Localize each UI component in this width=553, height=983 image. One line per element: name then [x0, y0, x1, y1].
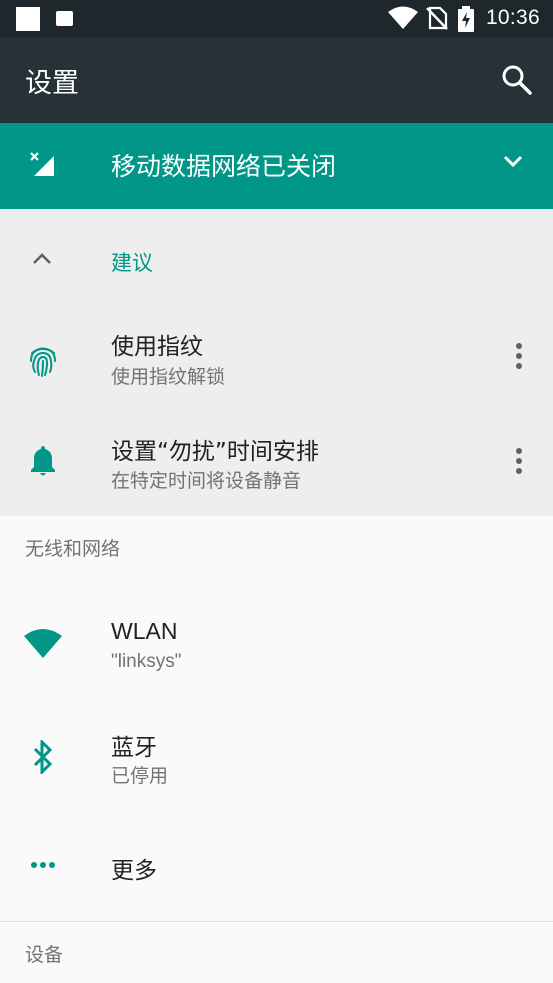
settings-item-title: 蓝牙 — [111, 735, 157, 761]
settings-item-title: 更多 — [111, 858, 157, 884]
mobile-data-off-banner[interactable]: 移动数据网络已关闭 — [0, 123, 553, 209]
page-title: 设置 — [25, 68, 79, 99]
wifi-icon — [24, 629, 62, 658]
battery-charging-icon — [458, 6, 474, 32]
suggestion-subtitle: 使用指纹解锁 — [111, 366, 226, 388]
settings-item-subtitle: "linksys" — [111, 651, 182, 672]
wifi-icon — [388, 6, 418, 29]
mobile-data-off-icon — [30, 152, 54, 176]
settings-item-wlan[interactable]: WLAN "linksys" — [0, 580, 553, 690]
bluetooth-icon — [33, 740, 53, 774]
suggestion-title: 设置“勿扰”时间安排 — [111, 439, 319, 465]
section-header-device: 设备 — [25, 944, 64, 966]
settings-item-title: WLAN — [111, 618, 178, 644]
settings-item-subtitle: 已停用 — [111, 765, 169, 787]
search-icon[interactable] — [499, 62, 535, 98]
suggestion-subtitle: 在特定时间将设备静音 — [111, 470, 302, 492]
status-time: 10:36 — [485, 6, 540, 29]
suggestion-item-dnd[interactable]: 设置“勿扰”时间安排 在特定时间将设备静音 — [0, 419, 553, 516]
banner-text: 移动数据网络已关闭 — [111, 152, 337, 181]
suggestions-header[interactable]: 建议 — [0, 209, 553, 314]
section-header-wireless: 无线和网络 — [25, 538, 121, 560]
notification-square-icon — [16, 7, 40, 31]
notification-small-square-icon — [56, 11, 73, 26]
more-vert-icon[interactable] — [515, 342, 523, 370]
settings-item-more[interactable]: 更多 — [0, 800, 553, 920]
app-bar: 设置 — [0, 37, 553, 123]
more-horiz-icon — [31, 862, 55, 868]
suggestion-item-fingerprint[interactable]: 使用指纹 使用指纹解锁 — [0, 314, 553, 419]
suggestions-panel: 建议 使用指纹 使用指纹解锁 设置“勿扰”时间安排 在特定时间将设备静音 — [0, 209, 553, 516]
suggestion-title: 使用指纹 — [111, 334, 203, 360]
no-sim-icon — [426, 6, 448, 30]
chevron-up-icon — [33, 253, 51, 264]
more-vert-icon[interactable] — [515, 447, 523, 475]
suggestions-label: 建议 — [111, 251, 153, 275]
settings-item-bluetooth[interactable]: 蓝牙 已停用 — [0, 690, 553, 800]
status-bar: 10:36 — [0, 0, 553, 37]
bell-icon — [31, 446, 55, 476]
fingerprint-icon — [30, 347, 56, 377]
chevron-down-icon[interactable] — [503, 154, 523, 168]
section-divider — [0, 921, 553, 922]
